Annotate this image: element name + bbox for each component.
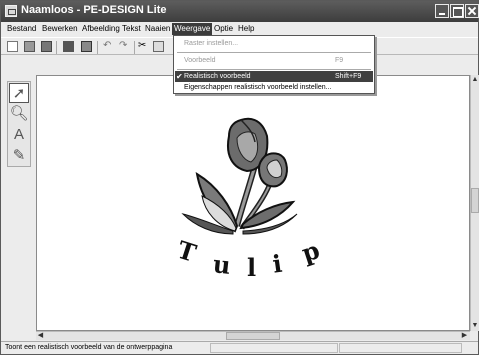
menu-tekst[interactable]: Tekst bbox=[120, 23, 143, 35]
tulip-embroidery-design: T u l i p bbox=[174, 117, 323, 282]
app-icon[interactable] bbox=[5, 5, 17, 17]
menu-afbeelding[interactable]: Afbeelding bbox=[80, 23, 122, 35]
scroll-right-icon[interactable]: ▶ bbox=[460, 332, 469, 340]
tulip-letter: i bbox=[271, 249, 284, 279]
scroll-down-icon[interactable]: ▼ bbox=[471, 321, 479, 330]
menu-naaien[interactable]: Naaien bbox=[143, 23, 172, 35]
design-settings-icon[interactable] bbox=[63, 41, 74, 52]
save-icon[interactable] bbox=[41, 41, 52, 52]
window-title: Naamloos - PE-DESIGN Lite bbox=[21, 4, 167, 16]
menu-item-shortcut: Shift+F9 bbox=[335, 73, 362, 80]
redo-icon[interactable]: ↷ bbox=[119, 41, 130, 52]
design-property-icon[interactable] bbox=[81, 41, 92, 52]
new-file-icon[interactable] bbox=[7, 41, 18, 52]
title-bar: Naamloos - PE-DESIGN Lite bbox=[1, 1, 479, 22]
menu-bar: Bestand Bewerken Afbeelding Tekst Naaien… bbox=[1, 22, 478, 36]
menu-item-realistisch-voorbeeld[interactable]: ✔ Realistisch voorbeeld Shift+F9 bbox=[175, 71, 373, 82]
tool-box: ➚ 🔍︎ A ✎ bbox=[7, 81, 31, 167]
open-icon[interactable] bbox=[24, 41, 35, 52]
zoom-icon[interactable]: 🔍︎ bbox=[9, 104, 29, 124]
text-tool-icon[interactable]: A bbox=[9, 125, 29, 145]
toolbar-separator bbox=[56, 41, 57, 54]
minimize-button[interactable] bbox=[435, 4, 449, 18]
horizontal-scroll-thumb[interactable] bbox=[226, 332, 280, 340]
undo-icon[interactable]: ↶ bbox=[103, 41, 114, 52]
menu-item-shortcut: F9 bbox=[335, 57, 344, 64]
menu-separator bbox=[177, 69, 371, 70]
tool-panel: ➚ 🔍︎ A ✎ bbox=[1, 75, 36, 341]
maximize-button[interactable] bbox=[450, 4, 464, 18]
menu-optie[interactable]: Optie bbox=[212, 23, 235, 35]
status-cell bbox=[339, 343, 462, 353]
close-button[interactable] bbox=[465, 4, 479, 18]
scroll-up-icon[interactable]: ▲ bbox=[471, 75, 479, 84]
status-text: Toont een realistisch voorbeeld van de o… bbox=[5, 344, 173, 351]
app-window: Naamloos - PE-DESIGN Lite Bestand Bewerk… bbox=[0, 0, 479, 355]
menu-item-voorbeeld[interactable]: Voorbeeld F9 bbox=[175, 55, 373, 66]
copy-icon[interactable] bbox=[153, 41, 164, 52]
status-cell bbox=[210, 343, 338, 353]
menu-separator bbox=[177, 52, 371, 53]
status-bar: Toont een realistisch voorbeeld van de o… bbox=[1, 341, 478, 354]
menu-item-label: Raster instellen... bbox=[184, 40, 239, 47]
toolbar-separator bbox=[134, 41, 135, 54]
menu-item-eigenschappen[interactable]: Eigenschappen realistisch voorbeeld inst… bbox=[175, 82, 373, 93]
vertical-scrollbar[interactable]: ▲ ▼ bbox=[470, 75, 479, 331]
check-icon: ✔ bbox=[176, 72, 183, 81]
menu-item-label: Eigenschappen realistisch voorbeeld inst… bbox=[184, 84, 332, 91]
tulip-letter: T bbox=[174, 235, 200, 268]
tulip-letter: p bbox=[298, 235, 323, 268]
scroll-left-icon[interactable]: ◀ bbox=[36, 332, 45, 340]
menu-bewerken[interactable]: Bewerken bbox=[40, 23, 80, 35]
toolbar-separator bbox=[97, 41, 98, 54]
menu-item-label: Realistisch voorbeeld bbox=[184, 73, 251, 80]
tulip-letter: u bbox=[212, 249, 232, 280]
menu-weergave[interactable]: Weergave bbox=[172, 23, 213, 35]
menu-bestand[interactable]: Bestand bbox=[5, 23, 38, 35]
stitch-tool-icon[interactable]: ✎ bbox=[9, 146, 29, 166]
horizontal-scrollbar[interactable]: ◀ ▶ bbox=[36, 331, 470, 340]
view-menu-dropdown: Raster instellen... Voorbeeld F9 ✔ Reali… bbox=[173, 35, 375, 94]
select-arrow-icon[interactable]: ➚ bbox=[9, 83, 29, 103]
vertical-scroll-thumb[interactable] bbox=[471, 188, 479, 213]
tulip-letter: l bbox=[247, 253, 256, 282]
menu-help[interactable]: Help bbox=[236, 23, 256, 35]
menu-item-label: Voorbeeld bbox=[184, 57, 216, 64]
cut-icon[interactable]: ✂ bbox=[138, 41, 149, 52]
menu-item-raster-instellen[interactable]: Raster instellen... bbox=[175, 38, 373, 49]
design-canvas[interactable]: T u l i p bbox=[36, 75, 470, 331]
